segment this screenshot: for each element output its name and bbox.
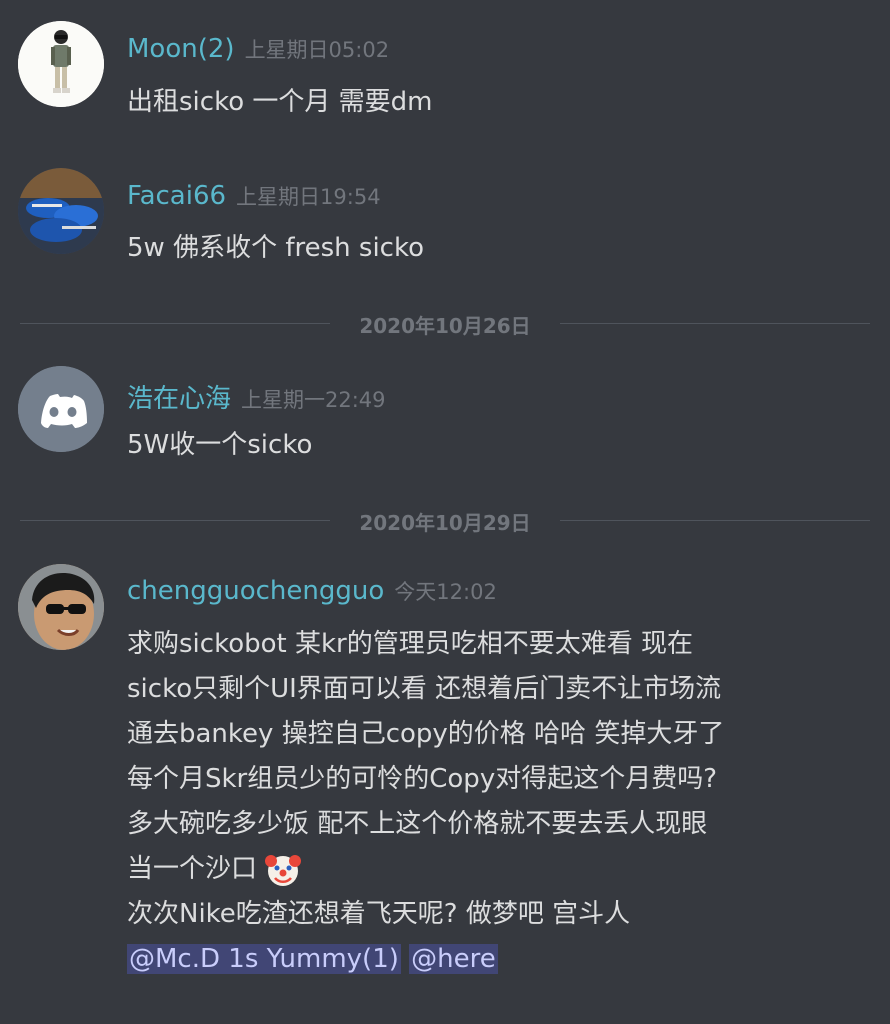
message-line: 当一个沙口	[127, 854, 258, 884]
timestamp: 上星期一22:49	[241, 388, 386, 412]
message-content: 5W收一个sicko	[127, 423, 312, 468]
user-mention[interactable]: @Mc.D 1s Yummy(1)	[127, 944, 401, 974]
divider-date: 2020年10月26日	[359, 314, 531, 338]
message-line-with-emoji: 当一个沙口	[127, 847, 724, 892]
username[interactable]: Moon(2)	[127, 34, 235, 64]
message-line: 5w 佛系收个 fresh sicko	[127, 233, 424, 263]
timestamp: 上星期日19:54	[236, 185, 381, 209]
message-content: 5w 佛系收个 fresh sicko	[127, 226, 424, 271]
message-header: 浩在心海 上星期一22:49	[127, 378, 386, 415]
message-line: 5W收一个sicko	[127, 430, 313, 460]
message-header: chengguochengguo 今天12:02	[127, 576, 497, 606]
message-line: 求购sickobot 某kr的管理员吃相不要太难看 现在	[127, 629, 693, 659]
date-divider: 2020年10月26日	[20, 308, 870, 338]
avatar-chengguo[interactable]	[18, 564, 104, 650]
mention-line: @Mc.D 1s Yummy(1) @here	[127, 937, 724, 982]
message-content: 出租sicko 一个月 需要dm	[127, 80, 432, 125]
message-content: 求购sickobot 某kr的管理员吃相不要太难看 现在 sicko只剩个UI界…	[127, 622, 724, 982]
avatar-facai66[interactable]	[18, 168, 104, 254]
username[interactable]: Facai66	[127, 181, 226, 211]
username[interactable]: 浩在心海	[127, 384, 231, 414]
clown-face-emoji	[265, 852, 302, 888]
message-line: 多大碗吃多少饭 配不上这个价格就不要去丢人现眼	[127, 809, 708, 839]
timestamp: 上星期日05:02	[244, 38, 390, 62]
message-line: 次次Nike吃渣还想着飞天呢? 做梦吧 宫斗人	[127, 899, 631, 929]
timestamp: 今天12:02	[394, 580, 497, 604]
discord-logo-icon	[18, 366, 104, 452]
message-header: Facai66 上星期日19:54	[127, 181, 381, 211]
message-line: 通去bankey 操控自己copy的价格 哈哈 笑掉大牙了	[127, 719, 725, 749]
avatar-discord-default[interactable]	[18, 366, 104, 452]
message-line: 出租sicko 一个月 需要dm	[127, 87, 433, 117]
divider-date: 2020年10月29日	[359, 511, 531, 535]
message-header: Moon(2) 上星期日05:02	[127, 34, 389, 64]
message-line: 每个月Skr组员少的可怜的Copy对得起这个月费吗?	[127, 764, 718, 794]
username[interactable]: chengguochengguo	[127, 576, 384, 606]
avatar-moon[interactable]	[18, 21, 104, 107]
here-mention[interactable]: @here	[409, 944, 498, 974]
message-line: sicko只剩个UI界面可以看 还想着后门卖不让市场流	[127, 674, 722, 704]
date-divider: 2020年10月29日	[20, 505, 870, 535]
